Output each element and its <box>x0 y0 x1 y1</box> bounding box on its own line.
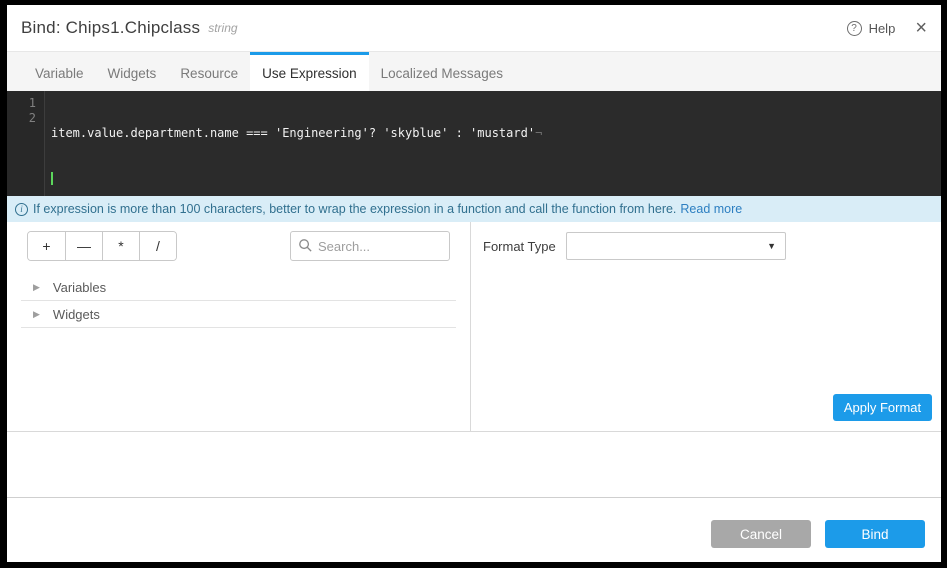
close-icon[interactable]: × <box>915 20 927 36</box>
bind-source-tree: ▶ Variables ▶ Widgets <box>7 274 470 328</box>
tree-item-widgets[interactable]: ▶ Widgets <box>21 301 456 328</box>
expression-editor[interactable]: 1 2 item.value.department.name === 'Engi… <box>7 91 941 196</box>
editor-gutter: 1 2 <box>7 91 45 196</box>
cancel-button[interactable]: Cancel <box>711 520 811 548</box>
eol-marker: ¬ <box>535 126 542 140</box>
read-more-link[interactable]: Read more <box>680 202 742 216</box>
tab-widgets[interactable]: Widgets <box>96 52 169 91</box>
hint-text: If expression is more than 100 character… <box>33 202 676 216</box>
info-icon: i <box>15 203 28 216</box>
operator-toolbar: + — * / <box>7 222 470 261</box>
search-box <box>290 231 450 261</box>
spacer <box>7 432 941 497</box>
caret-down-icon: ▼ <box>767 241 776 251</box>
chevron-right-icon[interactable]: ▶ <box>33 282 40 293</box>
format-type-label: Format Type <box>483 239 566 254</box>
chevron-right-icon[interactable]: ▶ <box>33 309 40 320</box>
line-number: 2 <box>7 111 36 126</box>
dialog-footer: Cancel Bind <box>7 497 941 562</box>
tab-resource[interactable]: Resource <box>168 52 250 91</box>
editor-code-area[interactable]: item.value.department.name === 'Engineer… <box>45 91 941 196</box>
bind-sources-panel: + — * / ▶ Variables <box>7 222 471 431</box>
help-link[interactable]: Help <box>869 21 896 36</box>
tree-item-label: Variables <box>53 280 106 295</box>
search-icon <box>298 238 313 253</box>
dialog-header: Bind: Chips1.Chipclass string ? Help × <box>7 5 941 52</box>
dialog-title: Bind: Chips1.Chipclass <box>21 18 200 38</box>
tab-bar: Variable Widgets Resource Use Expression… <box>7 52 941 91</box>
main-area: + — * / ▶ Variables <box>7 222 941 432</box>
bind-dialog: Bind: Chips1.Chipclass string ? Help × V… <box>7 5 941 562</box>
divide-operator-button[interactable]: / <box>139 232 176 260</box>
help-icon[interactable]: ? <box>847 21 862 36</box>
format-type-row: Format Type ▼ <box>471 222 941 260</box>
tree-item-label: Widgets <box>53 307 100 322</box>
bound-property-type: string <box>208 21 237 35</box>
apply-format-button[interactable]: Apply Format <box>833 394 932 421</box>
code-line-1: item.value.department.name === 'Engineer… <box>51 126 535 140</box>
header-actions: ? Help × <box>847 20 927 36</box>
expression-hint-bar: i If expression is more than 100 charact… <box>7 196 941 222</box>
multiply-operator-button[interactable]: * <box>102 232 139 260</box>
tree-item-variables[interactable]: ▶ Variables <box>21 274 456 301</box>
minus-operator-button[interactable]: — <box>65 232 102 260</box>
tab-use-expression[interactable]: Use Expression <box>250 52 369 91</box>
plus-operator-button[interactable]: + <box>28 232 65 260</box>
search-input[interactable] <box>290 231 450 261</box>
text-cursor <box>51 172 53 185</box>
format-type-dropdown[interactable]: ▼ <box>566 232 786 260</box>
bind-button[interactable]: Bind <box>825 520 925 548</box>
tab-variable[interactable]: Variable <box>23 52 96 91</box>
line-number: 1 <box>7 96 36 111</box>
tab-localized-messages[interactable]: Localized Messages <box>369 52 515 91</box>
format-panel: Format Type ▼ Apply Format <box>471 222 941 431</box>
operator-button-group: + — * / <box>27 231 177 261</box>
